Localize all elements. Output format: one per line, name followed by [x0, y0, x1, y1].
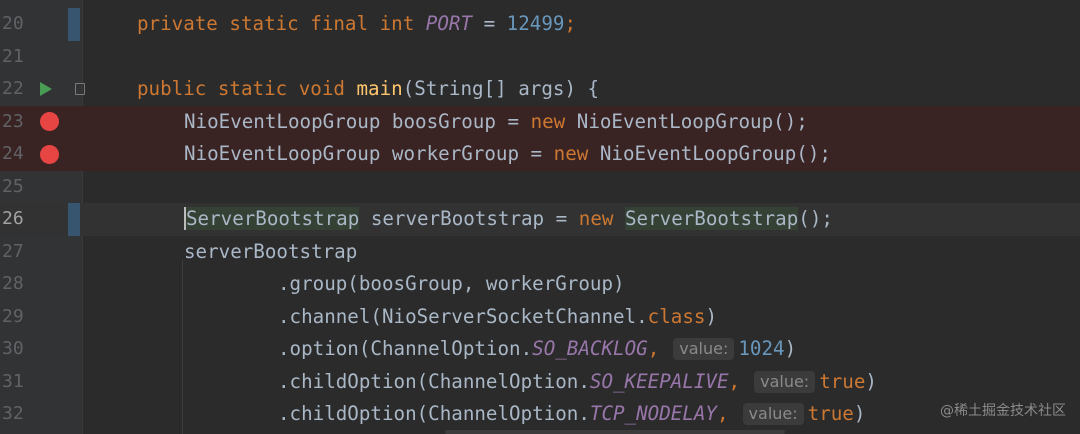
code-text: .channel(NioServerSocketChannel.class) [278, 301, 717, 334]
keyword-token: true [819, 369, 866, 393]
comma-token: , [647, 337, 660, 360]
plain-token: ) [705, 304, 717, 328]
line-number: 20 [2, 13, 24, 34]
code-line-23[interactable]: 23 NioEventLoopGroup boosGroup = new Nio… [0, 105, 1080, 139]
line-number: 21 [2, 45, 24, 67]
keyword-token: private static final int [137, 12, 426, 35]
code-line-31[interactable]: 31 .childOption(ChannelOption.SO_KEEPALI… [0, 366, 1080, 399]
comma-token: , [728, 369, 741, 393]
line-number: 29 [2, 305, 24, 327]
code-text: .childOption(ChannelOption.SO_KEEPALIVE,… [278, 366, 877, 399]
code-text: NioEventLoopGroup boosGroup = new NioEve… [184, 106, 808, 139]
plain-token: .childOption(ChannelOption. [278, 402, 590, 425]
code-line-29[interactable]: 29 .channel(NioServerSocketChannel.class… [0, 301, 1080, 334]
line-number: 30 [2, 338, 24, 359]
plain-token: serverBootstrap = [359, 207, 579, 230]
code-line-26[interactable]: 26 ServerBootstrap serverBootstrap = new… [0, 203, 1080, 236]
plain-token: ) [784, 337, 797, 360]
code-text: ServerBootstrap serverBootstrap = new Se… [184, 203, 833, 236]
number-token: 1024 [738, 337, 785, 360]
code-text: .option(ChannelOption.SO_BACKLOG, value: 1… [278, 333, 796, 366]
plain-token: .childOption(ChannelOption. [278, 369, 590, 393]
keyword-token: new [578, 207, 614, 230]
plain-token: serverBootstrap [184, 239, 358, 263]
line-number: 31 [2, 370, 24, 392]
code-line-28[interactable]: 28 .group(boosGroup, workerGroup) [0, 268, 1080, 301]
parameter-hint: value: [673, 338, 735, 360]
code-text: private static final int PORT = 12499; [137, 8, 576, 41]
keyword-token: class [647, 304, 706, 328]
code-text: serverBootstrap [184, 236, 357, 269]
breakpoint-icon[interactable] [37, 106, 61, 139]
constant-token: SO_BACKLOG [532, 337, 648, 360]
code-line-22[interactable]: 22 public static void main(String[] args… [0, 73, 1080, 106]
plain-token: ) [853, 402, 866, 425]
line-number: 24 [2, 143, 24, 164]
line-number: 27 [2, 240, 24, 262]
plain-token: NioEventLoopGroup boosGroup = [184, 109, 531, 133]
line-number: 23 [2, 110, 24, 132]
plain-token: NioEventLoopGroup(); [565, 109, 808, 133]
change-marker[interactable] [68, 8, 80, 41]
code-line-32[interactable]: 32 .childOption(ChannelOption.TCP_NODELA… [0, 398, 1080, 431]
plain-token: ) [865, 369, 877, 393]
code-text: NioEventLoopGroup workerGroup = new NioE… [184, 138, 831, 171]
change-marker[interactable] [68, 203, 80, 236]
constant-token: SO_KEEPALIVE [589, 369, 729, 393]
line-number: 28 [2, 273, 24, 294]
line-number: 25 [2, 175, 24, 197]
code-editor[interactable]: 20 private static final int PORT = 12499… [0, 0, 1080, 434]
plain-token: .group(boosGroup, workerGroup) [278, 272, 625, 295]
code-line-25[interactable]: 25 [0, 171, 1080, 204]
line-number: 22 [2, 78, 24, 99]
horizontal-scrollbar[interactable] [445, 430, 785, 434]
code-line-24[interactable]: 24 NioEventLoopGroup workerGroup = new N… [0, 138, 1080, 171]
constant-token: PORT [425, 12, 473, 35]
plain-token: NioEventLoopGroup(); [588, 142, 831, 165]
semicolon-token: ; [564, 12, 576, 35]
operator-token: = [472, 12, 507, 35]
parameter-hint: value: [742, 403, 804, 425]
comma-token: , [716, 402, 729, 425]
parameter-hint: value: [754, 370, 816, 393]
keyword-token: new [530, 109, 566, 133]
keyword-token: new [553, 142, 589, 165]
plain-token: NioEventLoopGroup workerGroup = [184, 142, 554, 165]
plain-token: .channel(NioServerSocketChannel. [278, 304, 648, 328]
plain-token: .option(ChannelOption. [278, 337, 533, 360]
highlighted-token: ServerBootstrap [184, 207, 360, 230]
line-number: 26 [2, 208, 24, 229]
number-token: 12499 [506, 12, 565, 35]
plain-token: (); [798, 207, 833, 230]
line-number: 32 [2, 403, 24, 424]
keyword-token: true [807, 402, 854, 425]
constant-token: TCP_NODELAY [589, 402, 717, 425]
plain-token: (String[] args) { [402, 77, 600, 100]
fold-icon[interactable] [73, 73, 87, 106]
code-text: .childOption(ChannelOption.TCP_NODELAY, v… [278, 398, 865, 431]
watermark: @稀土掘金技术社区 [940, 403, 1066, 419]
indent-guide [182, 260, 183, 434]
run-gutter-icon[interactable] [38, 73, 54, 106]
code-line-21[interactable]: 21 [0, 41, 1080, 74]
breakpoint-icon[interactable] [37, 138, 61, 171]
code-text: .group(boosGroup, workerGroup) [278, 268, 625, 301]
keyword-token: public static void [137, 77, 357, 100]
code-line-30[interactable]: 30 .option(ChannelOption.SO_BACKLOG, valu… [0, 333, 1080, 366]
code-line-20[interactable]: 20 private static final int PORT = 12499… [0, 8, 1080, 41]
code-text: public static void main(String[] args) { [137, 73, 599, 106]
highlighted-token: ServerBootstrap [625, 207, 799, 230]
code-line-27[interactable]: 27 serverBootstrap [0, 236, 1080, 269]
method-token: main [356, 77, 403, 100]
